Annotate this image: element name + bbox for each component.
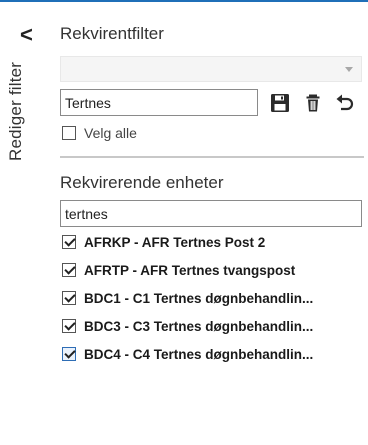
units-search-input[interactable] bbox=[60, 200, 362, 227]
save-icon[interactable] bbox=[267, 90, 293, 116]
unit-item[interactable]: AFRTP - AFR Tertnes tvangspost bbox=[62, 260, 295, 280]
panel-vertical-title: Rediger filter bbox=[6, 61, 25, 161]
unit-checkbox[interactable] bbox=[62, 319, 76, 333]
unit-item[interactable]: BDC3 - C3 Tertnes døgnbehandlin... bbox=[62, 316, 313, 336]
select-all-checkbox[interactable] bbox=[62, 126, 76, 140]
unit-item[interactable]: BDC4 - C4 Tertnes døgnbehandlin... bbox=[62, 344, 313, 364]
filter-heading: Rekvirentfilter bbox=[60, 24, 164, 43]
unit-item[interactable]: AFRKP - AFR Tertnes Post 2 bbox=[62, 232, 265, 252]
trash-icon[interactable] bbox=[300, 90, 326, 116]
unit-label: AFRTP - AFR Tertnes tvangspost bbox=[84, 262, 296, 278]
unit-checkbox[interactable] bbox=[62, 347, 76, 361]
undo-icon[interactable] bbox=[332, 90, 358, 116]
unit-label: AFRKP - AFR Tertnes Post 2 bbox=[84, 234, 266, 250]
chevron-down-icon bbox=[345, 67, 353, 72]
unit-label: BDC1 - C1 Tertnes døgnbehandlin... bbox=[84, 290, 314, 306]
select-all-option[interactable]: Velg alle bbox=[62, 123, 137, 143]
filter-panel: Rekvirentfilter Velg alle bbox=[60, 0, 364, 445]
units-heading: Rekvirerende enheter bbox=[60, 173, 224, 192]
collapse-chevron-icon[interactable]: < bbox=[20, 24, 44, 48]
unit-checkbox[interactable] bbox=[62, 235, 76, 249]
unit-item[interactable]: BDC1 - C1 Tertnes døgnbehandlin... bbox=[62, 288, 313, 308]
unit-label: BDC4 - C4 Tertnes døgnbehandlin... bbox=[84, 346, 314, 362]
filter-dropdown[interactable] bbox=[60, 56, 362, 82]
unit-checkbox[interactable] bbox=[62, 291, 76, 305]
unit-label: BDC3 - C3 Tertnes døgnbehandlin... bbox=[84, 318, 314, 334]
section-divider bbox=[60, 156, 364, 158]
unit-checkbox[interactable] bbox=[62, 263, 76, 277]
select-all-label: Velg alle bbox=[84, 125, 137, 141]
side-rail: < Rediger filter bbox=[0, 2, 46, 445]
filter-name-input[interactable] bbox=[60, 89, 258, 116]
